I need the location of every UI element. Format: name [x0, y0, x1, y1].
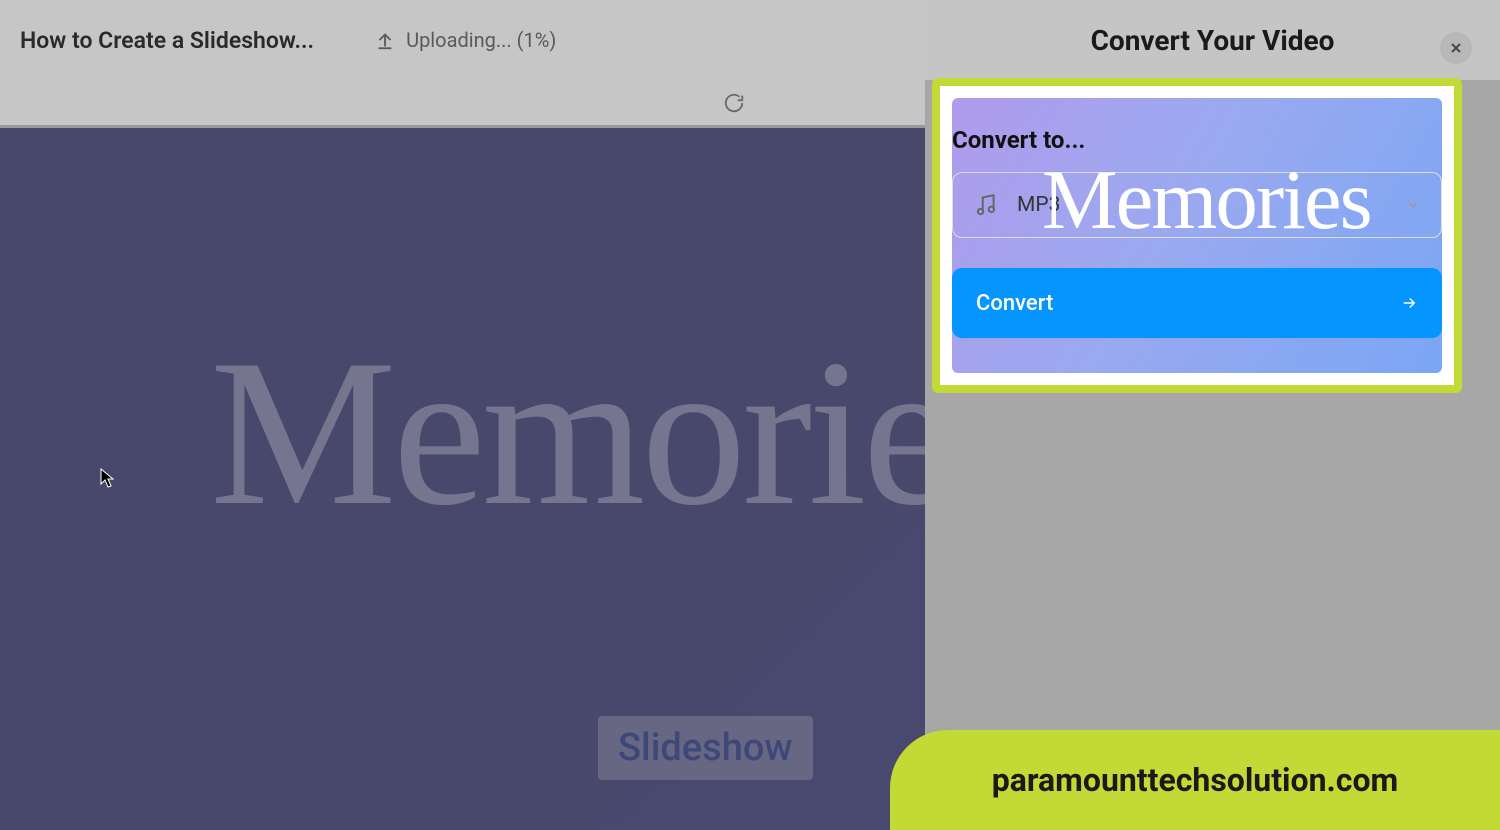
- refresh-bar: [0, 80, 925, 125]
- preview-title-text: Memories: [210, 328, 925, 538]
- music-note-icon: [973, 192, 999, 218]
- editor-background: How to Create a Slideshow... Uploading..…: [0, 0, 925, 830]
- cursor-icon: [100, 468, 116, 488]
- preview-slideshow-badge: Slideshow: [598, 716, 813, 780]
- convert-panel-header: Convert Your Video: [925, 0, 1500, 80]
- chevron-down-icon: [1405, 197, 1421, 213]
- close-button[interactable]: [1440, 32, 1472, 64]
- thumbnail-title-text: Memories: [1042, 158, 1371, 243]
- video-preview: Memories Slideshow: [0, 128, 925, 830]
- arrow-right-icon: [1400, 294, 1418, 312]
- project-title: How to Create a Slideshow...: [20, 27, 314, 54]
- refresh-icon[interactable]: [723, 92, 745, 114]
- upload-icon: [374, 29, 396, 51]
- upload-status: Uploading... (1%): [374, 28, 556, 52]
- convert-button-label: Convert: [976, 291, 1400, 316]
- watermark-text: paramounttechsolution.com: [992, 761, 1399, 799]
- watermark-badge: paramounttechsolution.com: [890, 730, 1500, 830]
- video-thumbnail: Memories Convert to... MP3 Convert: [952, 98, 1442, 373]
- upload-status-text: Uploading... (1%): [406, 28, 556, 52]
- convert-panel-title: Convert Your Video: [1091, 24, 1335, 57]
- convert-to-label: Convert to...: [952, 126, 1442, 154]
- convert-card: Memories Convert to... MP3 Convert Advan…: [932, 78, 1462, 393]
- convert-panel: Convert Your Video Memories Convert to..…: [925, 0, 1500, 830]
- convert-button[interactable]: Convert: [952, 268, 1442, 338]
- close-icon: [1448, 40, 1464, 56]
- editor-topbar: How to Create a Slideshow... Uploading..…: [0, 0, 925, 80]
